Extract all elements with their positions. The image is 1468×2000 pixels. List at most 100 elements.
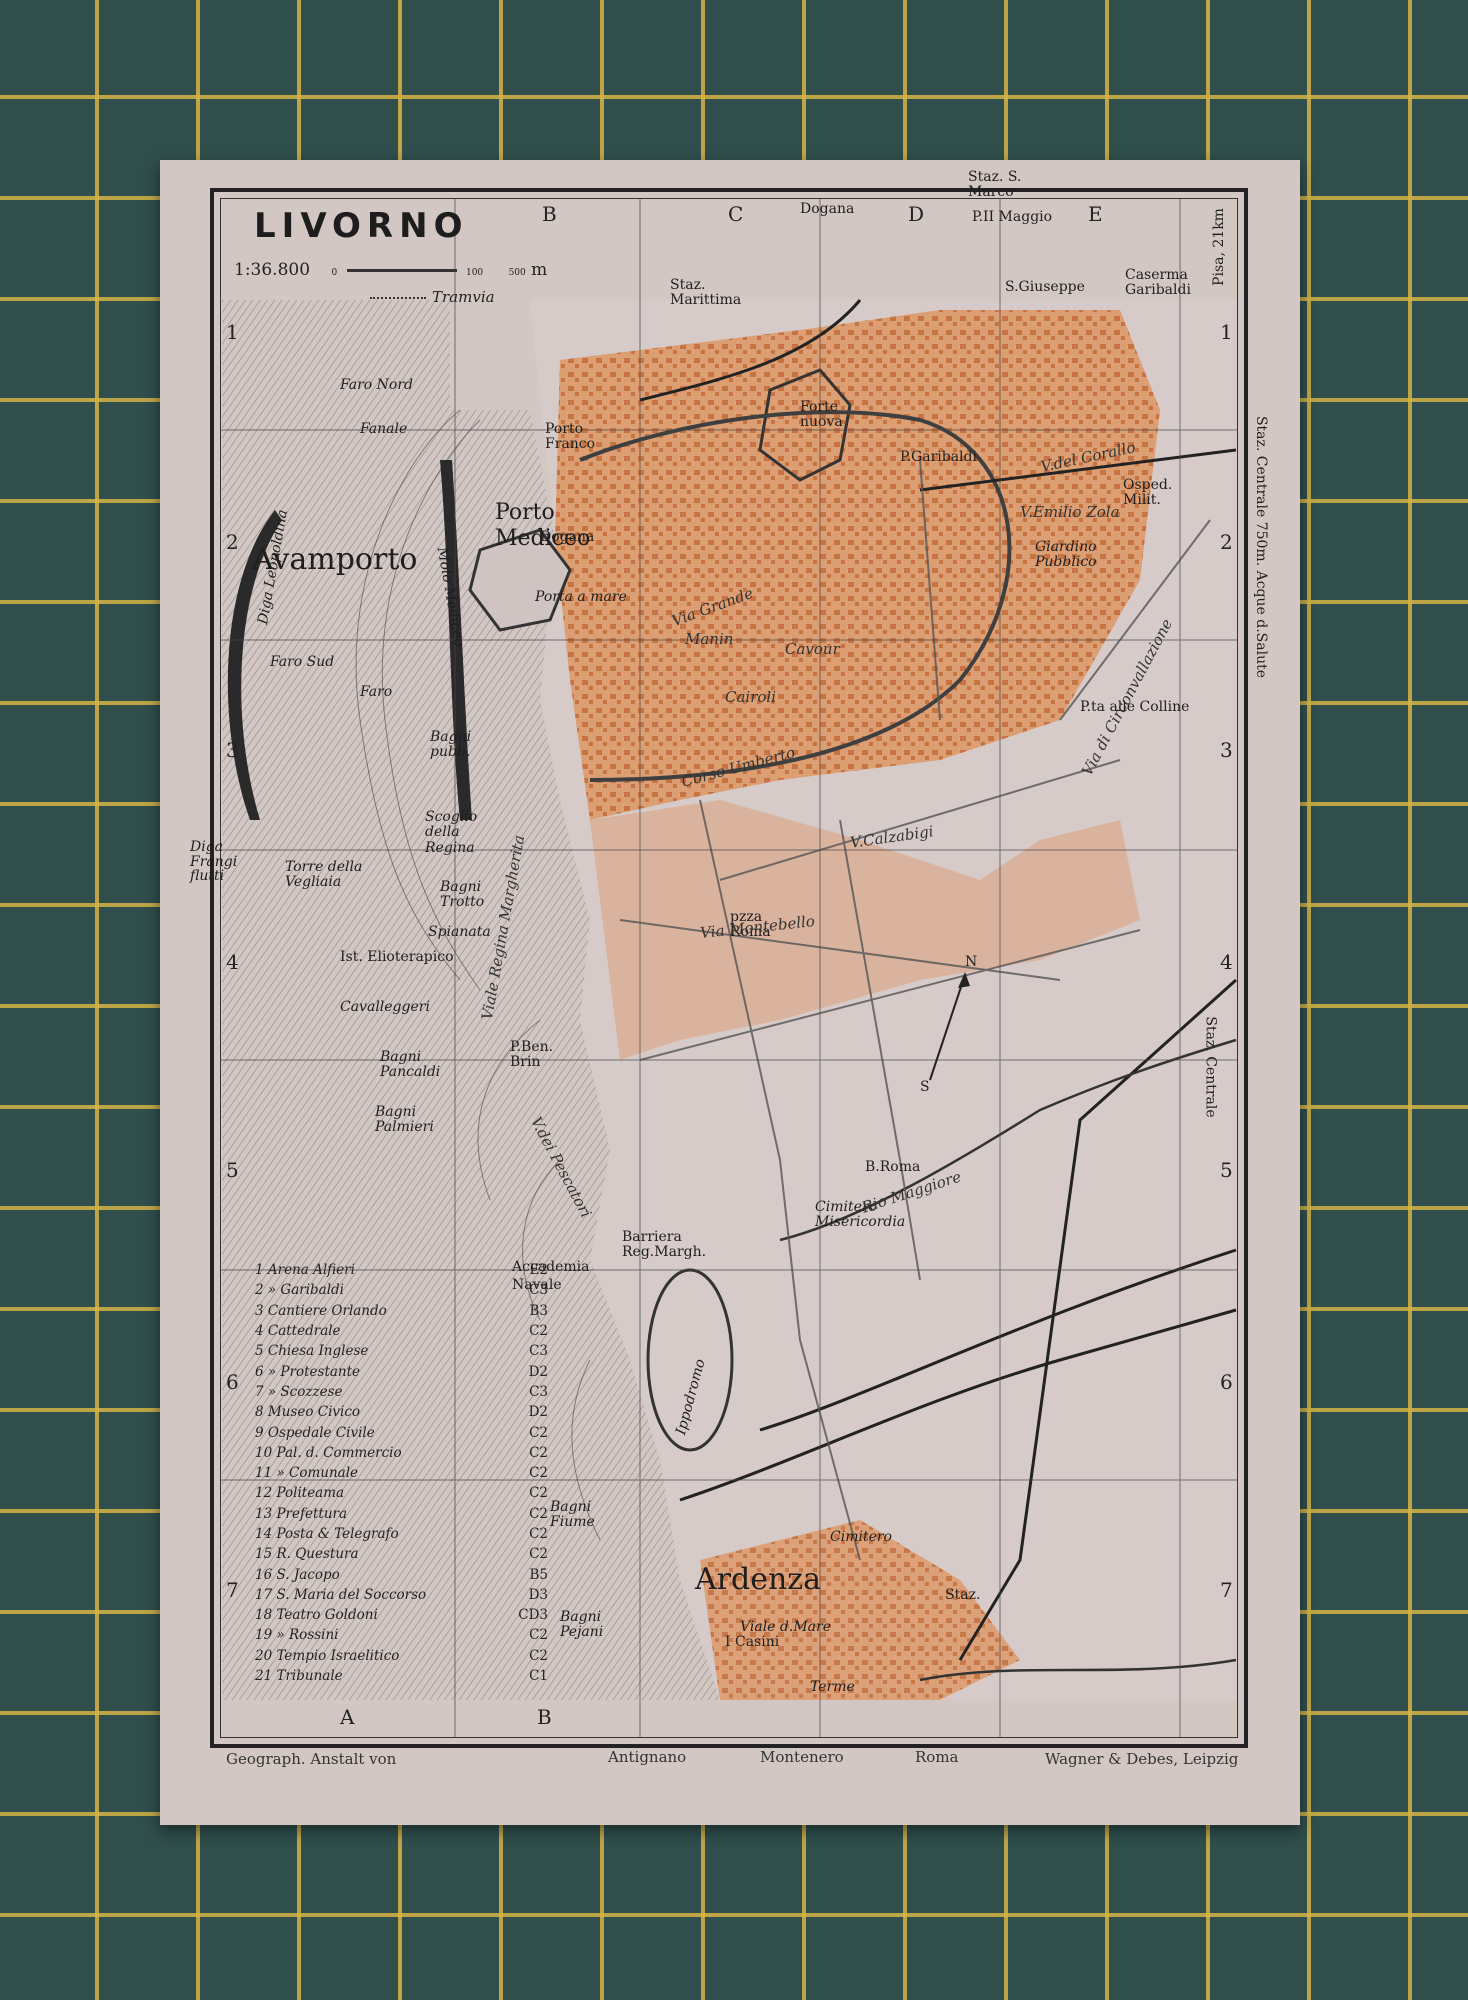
- row-number-7-right: 7: [1220, 1578, 1233, 1602]
- label-ist-elioterapico: Ist. Elioterapico: [340, 949, 454, 965]
- legend-row: 21 Tribunale C1: [255, 1666, 548, 1686]
- footer-right: Wagner & Debes, Leipzig: [1045, 1750, 1239, 1768]
- compass-south: S: [920, 1079, 930, 1095]
- label-cavalleggeri: Cavalleggeri: [340, 999, 430, 1015]
- label-bagni-fiume: Bagni Fiume: [550, 1499, 595, 1531]
- label-diga-frangiflutti: Diga Frangi flutti: [190, 839, 238, 885]
- legend-grid-ref: C2: [529, 1323, 548, 1340]
- label-torre-della-vegliaia: Torre della Vegliaia: [285, 859, 363, 891]
- label-porta-a-mare: Porta a mare: [535, 589, 627, 605]
- map-sheet: LIVORNO 1:36.800 0 100 500 m Tramvia B C…: [160, 160, 1300, 1825]
- legend-label: 2 » Garibaldi: [255, 1282, 345, 1299]
- label-s-giuseppe: S.Giuseppe: [1005, 279, 1085, 295]
- footer-antignano: Antignano: [608, 1748, 687, 1766]
- row-number-7-left: 7: [226, 1578, 239, 1602]
- map-scale: 1:36.800 0 100 500 m: [234, 260, 547, 280]
- label-terme: Terme: [810, 1679, 855, 1695]
- label-staz-ardenza: Staz.: [945, 1587, 981, 1603]
- legend-label: 13 Prefettura: [255, 1505, 348, 1522]
- legend-label: 4 Cattedrale: [255, 1323, 341, 1340]
- compass-north: N: [965, 954, 978, 970]
- legend-grid-ref: D2: [528, 1404, 548, 1421]
- legend-row: 20 Tempio Israelitico C2: [255, 1646, 548, 1666]
- row-number-3-left: 3: [226, 738, 239, 762]
- label-bagni-trotto: Bagni Trotto: [440, 879, 485, 911]
- legend-row: 5 Chiesa Inglese C3: [255, 1341, 548, 1361]
- label-caserma-garibaldi: Caserma Garibaldi: [1125, 267, 1191, 299]
- legend-grid-ref: C2: [529, 1546, 548, 1563]
- legend-grid-ref: C2: [529, 1444, 548, 1461]
- label-forte-nuova: Forte nuova: [800, 399, 843, 431]
- legend-grid-ref: B3: [529, 1302, 548, 1319]
- row-number-2-left: 2: [226, 530, 239, 554]
- label-bagni-palmieri: Bagni Palmieri: [375, 1104, 434, 1136]
- legend-grid-ref: C1: [529, 1668, 548, 1685]
- legend-row: 4 Cattedrale C2: [255, 1321, 548, 1341]
- label-p-ben-brin: P.Ben. Brin: [510, 1039, 554, 1071]
- legend-grid-ref: C2: [529, 1647, 548, 1664]
- label-v-emilio-zola: V.Emilio Zola: [1020, 503, 1120, 521]
- legend-grid-ref: B5: [529, 1566, 548, 1583]
- scale-unit: m: [531, 260, 548, 280]
- legend-row: 11 » Comunale C2: [255, 1463, 548, 1483]
- row-number-6-right: 6: [1220, 1370, 1233, 1394]
- legend-row: 3 Cantiere Orlando B3: [255, 1301, 548, 1321]
- label-faro-sud: Faro Sud: [270, 654, 335, 670]
- label-staz-centrale-acque: Staz. Centrale 750m. Acque d.Salute: [1253, 415, 1270, 679]
- label-p-xx-maggio: P.II Maggio: [972, 209, 1053, 225]
- label-dogana-top: Dogana: [800, 201, 855, 217]
- scale-ratio: 1:36.800: [234, 260, 311, 280]
- legend-grid-ref: C2: [529, 1485, 548, 1502]
- legend-label: 5 Chiesa Inglese: [255, 1343, 369, 1360]
- col-letter-b-top: B: [542, 202, 557, 226]
- legend-label: 19 » Rossini: [255, 1627, 339, 1644]
- legend-grid-ref: CD3: [518, 1607, 548, 1624]
- legend-grid-ref: C3: [529, 1282, 548, 1299]
- label-bagni-pubb: Bagni pubb.: [430, 729, 472, 761]
- legend-label: 11 » Comunale: [255, 1465, 359, 1482]
- legend-grid-ref: C2: [529, 1627, 548, 1644]
- col-letter-a-bottom: A: [340, 1705, 355, 1729]
- label-faro-nord: Faro Nord: [340, 377, 414, 393]
- label-manin: Manin: [685, 630, 734, 648]
- footer-left: Geograph. Anstalt von: [226, 1750, 397, 1768]
- legend-label: 14 Posta & Telegrafo: [255, 1526, 399, 1542]
- col-letter-d-top: D: [908, 202, 925, 226]
- row-number-4-right: 4: [1220, 950, 1233, 974]
- row-number-1-right: 1: [1220, 320, 1233, 344]
- label-dogana-porto: Dogana: [540, 529, 595, 545]
- row-number-3-right: 3: [1220, 738, 1233, 762]
- row-number-4-left: 4: [226, 950, 239, 974]
- legend-row: 9 Ospedale Civile C2: [255, 1422, 548, 1442]
- col-letter-e-top: E: [1088, 202, 1103, 226]
- col-letter-b-bottom: B: [537, 1705, 552, 1729]
- footer-roma: Roma: [915, 1748, 959, 1766]
- legend-row: 12 Politeama C2: [255, 1483, 548, 1503]
- label-ardenza: Ardenza: [695, 1562, 821, 1597]
- legend-grid-ref: C2: [529, 1424, 548, 1441]
- legend-row: 15 R. Questura C2: [255, 1544, 548, 1564]
- label-barriera-reg-margh: Barriera Reg.Margh.: [622, 1229, 707, 1261]
- label-spianata: Spianata: [428, 924, 491, 940]
- scale-tick-0: 0: [331, 268, 338, 278]
- legend-grid-ref: C3: [529, 1383, 548, 1400]
- legend-label: 17 S. Maria del Soccorso: [255, 1586, 427, 1603]
- legend-grid-ref: D2: [528, 1363, 548, 1380]
- row-number-2-right: 2: [1220, 530, 1233, 554]
- label-faro: Faro: [360, 684, 393, 700]
- legend-label: 3 Cantiere Orlando: [255, 1302, 387, 1319]
- legend-row: 7 » Scozzese C3: [255, 1382, 548, 1402]
- legend-row: 8 Museo Civico D2: [255, 1402, 548, 1422]
- legend-grid-ref: E2: [529, 1262, 548, 1279]
- label-bagni-pejani: Bagni Pejani: [560, 1609, 604, 1641]
- row-number-5-right: 5: [1220, 1158, 1233, 1182]
- label-b-roma: B.Roma: [865, 1159, 921, 1175]
- legend-grid-ref: C3: [529, 1343, 548, 1360]
- row-number-6-left: 6: [226, 1370, 239, 1394]
- tramvia-line-symbol: [370, 297, 426, 299]
- legend-label: 21 Tribunale: [255, 1668, 343, 1685]
- legend-label: 8 Museo Civico: [255, 1404, 361, 1421]
- label-staz-centrale-side: Staz. Centrale: [1202, 1016, 1219, 1118]
- legend-grid-ref: C2: [529, 1526, 548, 1542]
- legend-row: 1 Arena Alfieri E2: [255, 1260, 548, 1280]
